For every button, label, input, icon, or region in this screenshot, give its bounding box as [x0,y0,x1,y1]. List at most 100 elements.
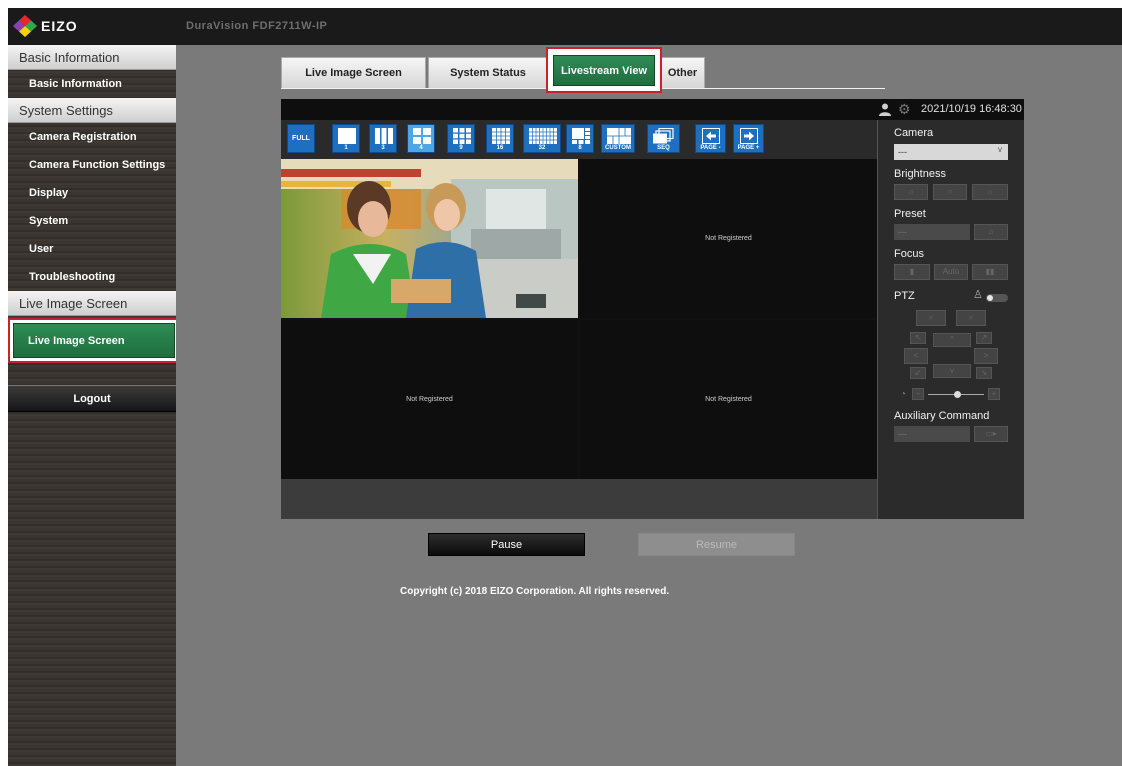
sidebar-section-live-image-screen-settings[interactable]: Live Image Screen Settings [8,291,176,336]
pan-down-icon[interactable]: v [933,364,971,378]
app-header: EIZO DuraVision FDF2711W-IP [8,8,1122,45]
sidebar-item-user[interactable]: User [8,235,176,263]
layout-toolbar: FULL 1 3 4 9 16 32 8 CUSTOM SEQ PAGE - P… [281,120,877,159]
zoom-out-icon[interactable]: ⌕ [916,310,946,326]
layout-3-label: 3 [381,145,385,151]
sidebar-item-camera-registration[interactable]: Camera Registration [8,123,176,151]
tab-livestream-view[interactable]: Livestream View [553,55,655,86]
layout-custom-button[interactable]: CUSTOM [601,124,635,153]
sequence-icon [653,128,674,144]
layout-1-icon [338,128,356,144]
pan-up-right-icon[interactable]: ↗ [976,332,992,344]
zoom-in-icon[interactable]: ⌕ [956,310,986,326]
video-cell[interactable]: Not Registered [580,320,877,479]
speed-icon: ◔ [900,389,907,400]
layout-4-label: 4 [419,145,423,151]
auxiliary-command-select[interactable]: --- [894,426,970,442]
layout-1-button[interactable]: 1 [332,124,360,153]
layout-3-icon [375,128,393,144]
video-cell[interactable] [281,159,578,318]
layout-32-label: 32 [538,145,546,151]
camera-select[interactable]: --- [894,144,1008,160]
arrow-left-icon [702,128,720,144]
logout-button[interactable]: Logout [8,385,176,412]
sidebar-item-basic-information[interactable]: Basic Information [8,70,176,98]
layout-custom-label: CUSTOM [605,145,631,151]
sidebar-item-camera-function-settings[interactable]: Camera Function Settings [8,151,176,179]
user-icon[interactable] [879,103,891,116]
livestream-viewer: ⚙ 2021/10/19 16:48:30 FULL 1 3 4 9 16 32 [281,99,1024,519]
focus-label: Focus [894,248,924,260]
speed-plus-button[interactable]: + [988,388,1000,400]
eizo-logo-icon [13,15,37,37]
layout-16-button[interactable]: 16 [486,124,514,153]
layout-3-button[interactable]: 3 [369,124,397,153]
pan-up-icon[interactable]: ^ [933,333,971,347]
video-grid: Not Registered Not Registered Not Regist… [281,159,877,479]
video-cell[interactable]: Not Registered [580,159,877,318]
layout-1-label: 1 [344,145,348,151]
video-cell[interactable]: Not Registered [281,320,578,479]
resume-button[interactable]: Resume [638,533,795,556]
tab-live-image-screen-settings[interactable]: Live Image Screen Settings [281,57,426,110]
sidebar-section-basic-information[interactable]: Basic Information [8,45,176,70]
pan-down-right-icon[interactable]: ↘ [976,367,992,379]
page-prev-label: PAGE - [700,145,721,151]
layout-8-icon [572,128,590,144]
speed-slider-knob[interactable] [954,391,961,398]
ptz-toggle[interactable] [986,294,1008,302]
gear-icon[interactable]: ⚙ [898,102,912,116]
brightness-up-button[interactable]: ☼ [972,184,1008,200]
sidebar-item-display[interactable]: Display [8,179,176,207]
tab-other[interactable]: Other [660,57,705,88]
viewer-status-bar: ⚙ 2021/10/19 16:48:30 [281,99,1024,120]
camera-control-panel: Camera --- v Brightness ☼ ○ ☼ Preset ---… [877,120,1024,519]
focus-far-button[interactable]: ▮▮ [972,264,1008,280]
focus-auto-button[interactable]: Auto [934,264,968,280]
eizo-logo: EIZO [12,14,78,38]
camera-feed-image [281,159,578,318]
pause-button[interactable]: Pause [428,533,585,556]
page-prev-button[interactable]: PAGE - [695,124,726,153]
pan-up-left-icon[interactable]: ↖ [910,332,926,344]
sidebar-section-system-settings[interactable]: System Settings [8,98,176,123]
pan-down-left-icon[interactable]: ↙ [910,367,926,379]
sequence-button[interactable]: SEQ [647,124,680,153]
brightness-label: Brightness [894,168,946,180]
chevron-down-icon: v [998,145,1002,154]
focus-near-button[interactable]: ▮ [894,264,930,280]
layout-9-label: 9 [459,145,463,151]
layout-4-button[interactable]: 4 [407,124,435,153]
ptz-label: PTZ [894,290,915,302]
layout-custom-icon [607,128,631,144]
layout-16-label: 16 [496,145,504,151]
tab-system-status-settings[interactable]: System Status Settings [428,57,548,110]
sidebar-item-troubleshooting[interactable]: Troubleshooting [8,263,176,291]
sidebar: Basic Information Basic Information Syst… [8,45,180,766]
preset-label: Preset [894,208,926,220]
speed-minus-button[interactable]: − [912,388,924,400]
pan-left-icon[interactable]: < [904,348,928,364]
datetime-display: 2021/10/19 16:48:30 [921,103,1022,115]
model-name: DuraVision FDF2711W-IP [186,20,328,32]
layout-8-button[interactable]: 8 [566,124,594,153]
preset-select[interactable]: --- [894,224,970,240]
sequence-label: SEQ [657,145,670,151]
layout-9-button[interactable]: 9 [447,124,475,153]
page-next-button[interactable]: PAGE + [733,124,764,153]
page-next-label: PAGE + [737,145,760,151]
sidebar-item-system[interactable]: System [8,207,176,235]
copyright-text: Copyright (c) 2018 EIZO Corporation. All… [400,586,670,597]
brightness-reset-button[interactable]: ○ [933,184,967,200]
sidebar-active-highlight: Live Image Screen [8,318,180,363]
layout-4-icon [413,128,431,144]
layout-32-button[interactable]: 32 [523,124,561,153]
joystick-icon: ♙ [973,289,983,301]
brightness-down-button[interactable]: ☼ [894,184,928,200]
pan-right-icon[interactable]: > [974,348,998,364]
home-icon[interactable]: ⌂ [974,224,1008,240]
layout-full-button[interactable]: FULL [287,124,315,153]
auxiliary-send-button[interactable]: ▭▸ [974,426,1008,442]
tab-active-highlight: Livestream View [546,47,662,93]
sidebar-item-live-image-screen[interactable]: Live Image Screen [13,323,175,358]
